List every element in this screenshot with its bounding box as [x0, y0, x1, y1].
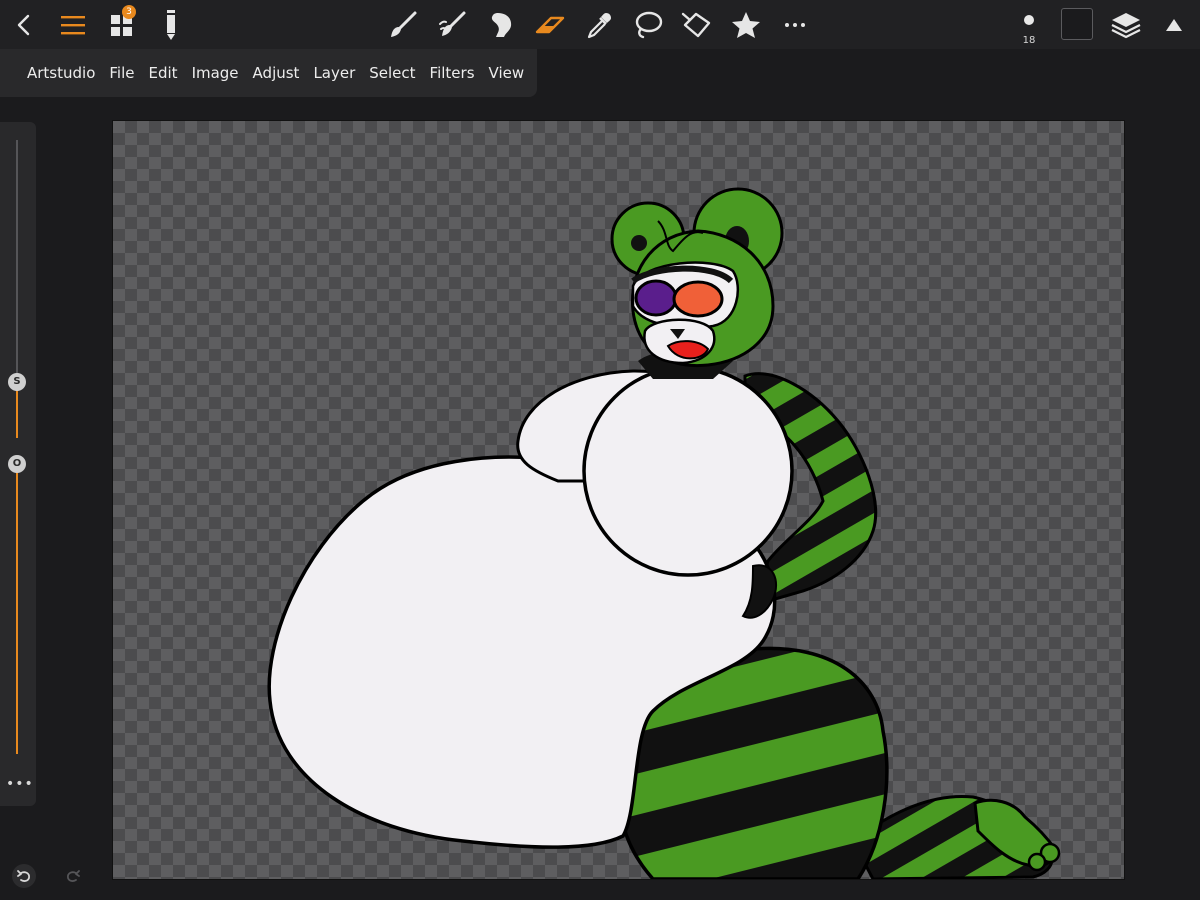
- transform-icon: [681, 12, 711, 38]
- menu-view[interactable]: View: [482, 58, 532, 88]
- pencil-icon: [167, 10, 175, 40]
- menu-image[interactable]: Image: [185, 58, 246, 88]
- menu-filters[interactable]: Filters: [423, 58, 482, 88]
- layers-count-badge: 3: [122, 5, 136, 19]
- brush-size-dot-icon: [1024, 15, 1034, 25]
- lasso-icon: [635, 11, 663, 39]
- slider-options-button[interactable]: •••: [6, 776, 33, 792]
- bucket-icon: [491, 13, 512, 37]
- triangle-up-icon: [1166, 19, 1182, 31]
- artstudio-app: 3 18 Artstudio File Edit Image Adjust La…: [0, 0, 1200, 900]
- current-color-swatch[interactable]: [1061, 8, 1093, 40]
- favorites-star-icon: [732, 12, 760, 38]
- menu-artstudio[interactable]: Artstudio: [20, 58, 102, 88]
- brush-size-value: 18: [1022, 35, 1036, 46]
- back-button[interactable]: [2, 3, 46, 47]
- pencil-settings-button[interactable]: [149, 3, 193, 47]
- toe-2: [1027, 852, 1047, 872]
- left-inner-ear: [631, 235, 647, 251]
- smudge-tool-button[interactable]: [430, 3, 474, 47]
- eraser-icon: [535, 16, 565, 34]
- menu-adjust[interactable]: Adjust: [246, 58, 307, 88]
- round-chest-shape: [582, 365, 794, 577]
- lasso-tool-button[interactable]: [626, 3, 670, 47]
- menu-layer[interactable]: Layer: [306, 58, 362, 88]
- menu-file[interactable]: File: [102, 58, 141, 88]
- menu-select[interactable]: Select: [362, 58, 422, 88]
- brush-size-indicator[interactable]: 18: [1012, 6, 1046, 46]
- eyedropper-icon: [587, 13, 611, 39]
- brush-sliders-panel: S O •••: [0, 122, 36, 806]
- opacity-slider-handle[interactable]: O: [8, 455, 26, 473]
- layers-stack-icon: [1111, 13, 1141, 39]
- hamburger-icon: [61, 16, 85, 35]
- redo-button[interactable]: [61, 864, 85, 888]
- smudge-icon: [439, 11, 466, 36]
- left-eye: [634, 279, 678, 317]
- layers-grid-button[interactable]: 3: [100, 3, 144, 47]
- chevron-left-icon: [17, 14, 30, 36]
- right-eye: [672, 280, 724, 318]
- undo-button[interactable]: [12, 864, 36, 888]
- eraser-tool-button[interactable]: [528, 3, 572, 47]
- main-menu-button[interactable]: [51, 3, 95, 47]
- fill-tool-button[interactable]: [479, 3, 523, 47]
- eyedropper-tool-button[interactable]: [577, 3, 621, 47]
- favorites-tool-button[interactable]: [724, 3, 768, 47]
- size-slider-handle[interactable]: S: [8, 373, 26, 391]
- collapse-toolbar-button[interactable]: [1152, 3, 1196, 47]
- more-horizontal-icon: [785, 23, 805, 27]
- opacity-slider-fill[interactable]: [16, 466, 18, 754]
- redo-icon: [66, 870, 80, 882]
- artwork: [267, 187, 1061, 879]
- brush-icon: [391, 11, 417, 37]
- layers-panel-button[interactable]: [1104, 3, 1148, 47]
- top-toolbar: 3 18: [0, 0, 1200, 49]
- menu-edit[interactable]: Edit: [142, 58, 185, 88]
- transform-tool-button[interactable]: [675, 3, 719, 47]
- drawing-canvas[interactable]: [112, 120, 1125, 880]
- more-tools-button[interactable]: [773, 3, 817, 47]
- undo-icon: [17, 870, 31, 882]
- menu-bar: Artstudio File Edit Image Adjust Layer S…: [0, 49, 537, 97]
- brush-tool-button[interactable]: [381, 3, 425, 47]
- size-slider-track[interactable]: [16, 140, 18, 380]
- size-slider-fill: [16, 384, 18, 438]
